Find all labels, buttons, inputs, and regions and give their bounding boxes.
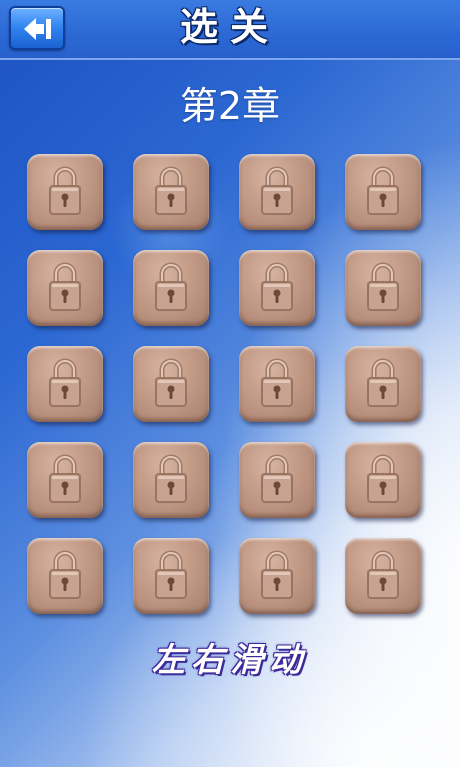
lock-icon — [49, 356, 81, 408]
lock-icon — [155, 260, 187, 312]
lock-icon — [155, 548, 187, 600]
level-tile-locked[interactable] — [27, 442, 103, 518]
lock-icon — [367, 356, 399, 408]
level-tile-locked[interactable] — [345, 250, 421, 326]
level-tile-locked[interactable] — [345, 442, 421, 518]
level-tile-locked[interactable] — [239, 442, 315, 518]
level-tile-locked[interactable] — [133, 442, 209, 518]
level-tile-locked[interactable] — [27, 154, 103, 230]
lock-icon — [49, 164, 81, 216]
lock-icon — [261, 164, 293, 216]
level-select-screen: 选关 第2章 左右滑动 — [0, 0, 460, 767]
level-tile-locked[interactable] — [239, 538, 315, 614]
level-tile-locked[interactable] — [345, 154, 421, 230]
level-tile-locked[interactable] — [239, 346, 315, 422]
level-tile-locked[interactable] — [133, 250, 209, 326]
level-tile-locked[interactable] — [239, 250, 315, 326]
lock-icon — [49, 452, 81, 504]
lock-icon — [155, 452, 187, 504]
swipe-hint: 左右滑动 — [152, 640, 308, 679]
lock-icon — [261, 260, 293, 312]
level-tile-locked[interactable] — [345, 346, 421, 422]
lock-icon — [367, 548, 399, 600]
lock-icon — [261, 452, 293, 504]
lock-icon — [261, 356, 293, 408]
lock-icon — [49, 548, 81, 600]
lock-icon — [155, 356, 187, 408]
lock-icon — [261, 548, 293, 600]
level-tile-locked[interactable] — [133, 538, 209, 614]
lock-icon — [49, 260, 81, 312]
level-tile-locked[interactable] — [27, 250, 103, 326]
lock-icon — [367, 260, 399, 312]
level-tile-locked[interactable] — [27, 346, 103, 422]
level-tile-locked[interactable] — [239, 154, 315, 230]
lock-icon — [367, 452, 399, 504]
level-tile-locked[interactable] — [133, 346, 209, 422]
lock-icon — [155, 164, 187, 216]
lock-icon — [367, 164, 399, 216]
level-tile-locked[interactable] — [27, 538, 103, 614]
level-tile-locked[interactable] — [345, 538, 421, 614]
level-tile-locked[interactable] — [133, 154, 209, 230]
